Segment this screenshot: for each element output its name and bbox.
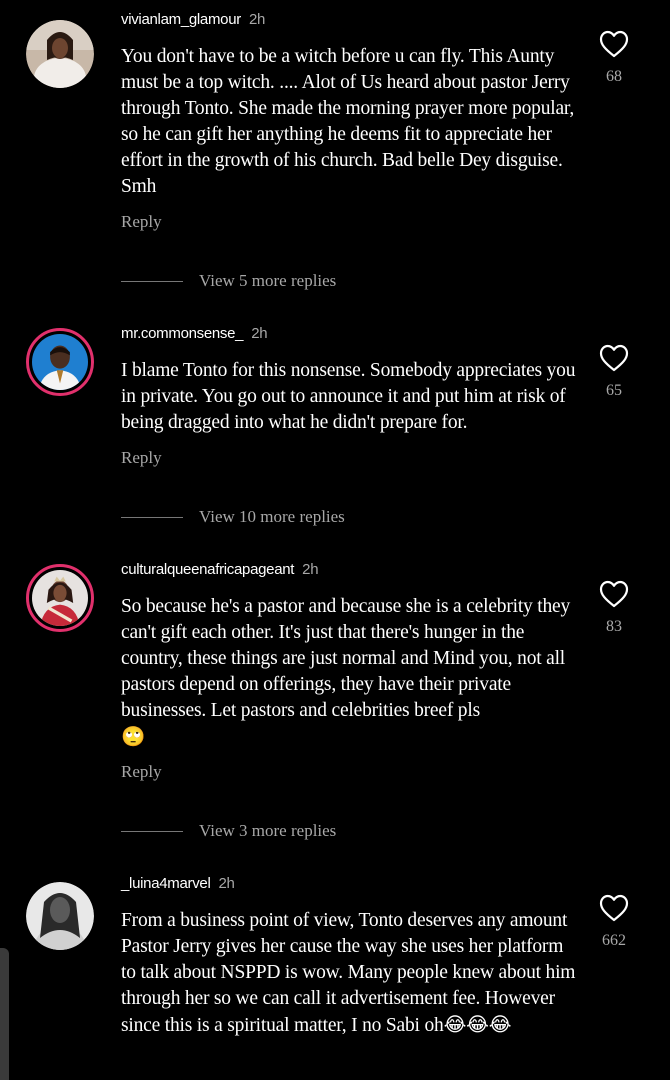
divider-line bbox=[121, 280, 183, 282]
timestamp: 2h bbox=[248, 11, 266, 28]
timestamp: 2h bbox=[302, 561, 319, 578]
view-more-replies-label: View 5 more replies bbox=[199, 271, 337, 290]
view-more-replies-button[interactable]: View 10 more replies bbox=[121, 507, 345, 527]
reply-button[interactable]: Reply bbox=[121, 448, 162, 468]
edge-gesture-handle[interactable] bbox=[0, 948, 9, 1080]
like-button[interactable]: 83 bbox=[596, 580, 632, 636]
comment-header: culturalqueenafricapageant 2h bbox=[121, 561, 319, 578]
avatar-woman-grayscale-image bbox=[26, 882, 94, 950]
reply-button[interactable]: Reply bbox=[121, 212, 162, 232]
comment-header: mr.commonsense_ 2h bbox=[121, 325, 268, 342]
view-more-replies-button[interactable]: View 5 more replies bbox=[121, 271, 336, 291]
laughing-emoji: 😂😂😂 bbox=[443, 1013, 512, 1036]
heart-outline-icon bbox=[596, 344, 632, 372]
comment-text-body: So because he's a pastor and because she… bbox=[121, 596, 571, 721]
avatar[interactable] bbox=[26, 564, 94, 632]
view-more-replies-label: View 3 more replies bbox=[199, 821, 337, 840]
username[interactable]: vivianlam_glamour bbox=[121, 11, 241, 28]
avatar[interactable] bbox=[26, 20, 94, 88]
timestamp: 2h bbox=[251, 325, 268, 342]
heart-outline-icon bbox=[596, 30, 632, 58]
comment-text: You don't have to be a witch before u ca… bbox=[121, 46, 575, 197]
timestamp: 2h bbox=[218, 875, 235, 892]
like-button[interactable]: 662 bbox=[596, 894, 632, 950]
avatar-man-blue-background-image bbox=[32, 334, 88, 390]
like-button[interactable]: 68 bbox=[596, 30, 632, 86]
like-count: 662 bbox=[602, 932, 626, 949]
heart-outline-icon bbox=[596, 894, 632, 922]
username[interactable]: mr.commonsense_ bbox=[121, 325, 244, 342]
avatar[interactable] bbox=[26, 882, 94, 950]
reply-button[interactable]: Reply bbox=[121, 762, 162, 782]
view-more-replies-label: View 10 more replies bbox=[199, 507, 345, 526]
like-count: 83 bbox=[606, 618, 622, 635]
comment-text: I blame Tonto for this nonsense. Somebod… bbox=[121, 360, 576, 433]
comment-header: _luina4marvel 2h bbox=[121, 875, 235, 892]
username[interactable]: culturalqueenafricapageant bbox=[121, 561, 294, 578]
avatar-pageant-queen-image bbox=[32, 570, 88, 626]
like-button[interactable]: 65 bbox=[596, 344, 632, 400]
avatar-woman-white-dress-image bbox=[26, 20, 94, 88]
divider-line bbox=[121, 830, 183, 832]
avatar[interactable] bbox=[26, 328, 94, 396]
like-count: 68 bbox=[606, 68, 622, 85]
divider-line bbox=[121, 516, 183, 518]
comment-text: So because he's a pastor and because she… bbox=[121, 594, 581, 751]
like-count: 65 bbox=[606, 382, 622, 399]
heart-outline-icon bbox=[596, 580, 632, 608]
username[interactable]: _luina4marvel bbox=[121, 875, 211, 892]
eye-roll-emoji: 🙄 bbox=[121, 725, 146, 748]
comment-header: vivianlam_glamour 2h bbox=[121, 11, 265, 28]
view-more-replies-button[interactable]: View 3 more replies bbox=[121, 821, 336, 841]
comment-text: From a business point of view, Tonto des… bbox=[121, 908, 581, 1039]
